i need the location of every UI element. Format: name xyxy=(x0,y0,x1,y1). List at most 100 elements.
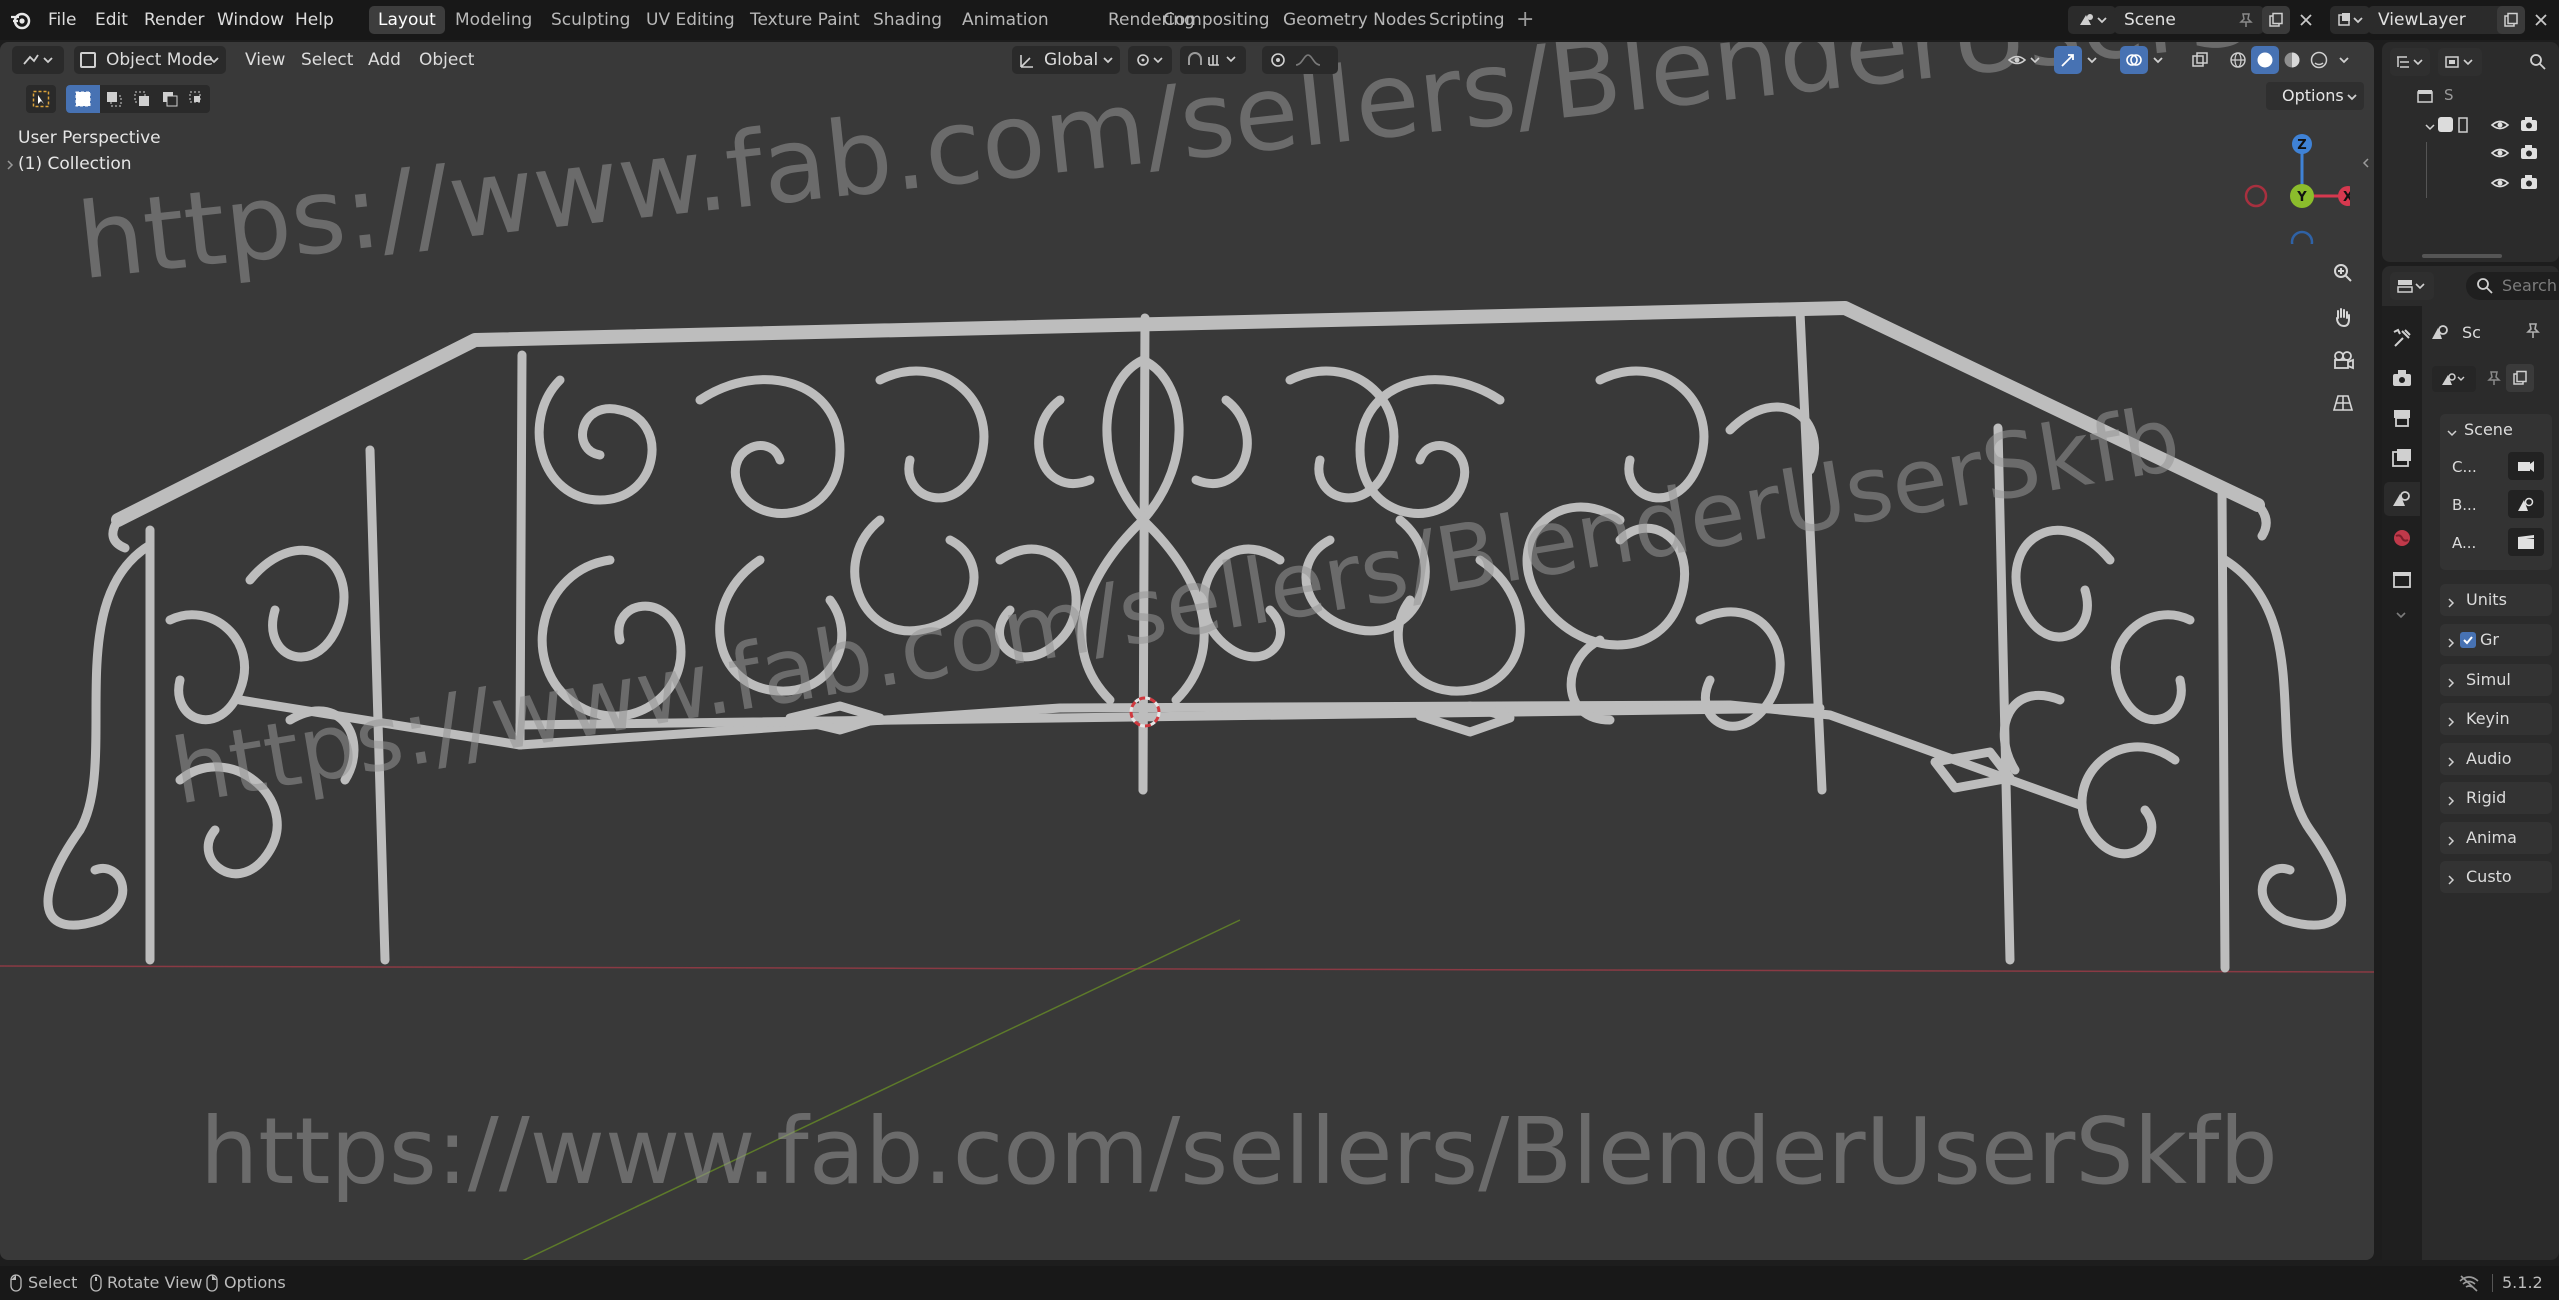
chevron-down-icon[interactable] xyxy=(2424,118,2436,138)
view-layer-name-field[interactable]: ViewLayer xyxy=(2368,6,2508,34)
collection-checkbox-icon[interactable] xyxy=(2438,117,2453,132)
toolbar-expand-icon[interactable] xyxy=(6,156,14,176)
outliner-row-collection[interactable] xyxy=(2382,112,2559,138)
collection-tab-icon[interactable] xyxy=(2390,568,2414,597)
selection-mode-group[interactable] xyxy=(66,85,210,113)
menu-select[interactable]: Select xyxy=(301,46,353,74)
scene-section[interactable]: Scene C... B... A... xyxy=(2440,414,2552,570)
select-invert-icon[interactable] xyxy=(156,85,184,113)
delete-scene-icon[interactable] xyxy=(2292,6,2320,34)
camera-render-icon[interactable] xyxy=(2520,144,2538,165)
wireframe-shading-icon[interactable] xyxy=(2224,46,2252,74)
select-new-icon[interactable] xyxy=(66,85,100,113)
add-workspace-button[interactable]: + xyxy=(1507,6,1543,34)
scene-tab-icon[interactable] xyxy=(2384,482,2420,516)
background-field-icon[interactable] xyxy=(2508,490,2544,518)
perspective-toggle-icon[interactable] xyxy=(2328,388,2358,418)
render-tab-icon[interactable] xyxy=(2390,366,2414,395)
scene-browse-icon[interactable] xyxy=(2432,366,2476,392)
menu-edit[interactable]: Edit xyxy=(95,8,128,32)
pin-icon[interactable] xyxy=(2232,6,2260,34)
new-scene-icon[interactable] xyxy=(2262,6,2290,34)
zoom-icon[interactable] xyxy=(2328,258,2358,288)
tab-uv-editing[interactable]: UV Editing xyxy=(637,6,744,34)
camera-view-icon[interactable] xyxy=(2328,345,2358,375)
panel-keying-sets[interactable]: Keyin xyxy=(2440,703,2552,735)
menu-render[interactable]: Render xyxy=(144,8,205,32)
properties-search-field[interactable]: Search xyxy=(2466,272,2559,300)
options-dropdown[interactable]: Options xyxy=(2266,82,2364,110)
tab-texture-paint[interactable]: Texture Paint xyxy=(741,6,869,34)
pivot-point-selector[interactable] xyxy=(1128,46,1172,74)
camera-render-icon[interactable] xyxy=(2520,116,2538,137)
panel-units[interactable]: Units xyxy=(2440,584,2552,616)
overlay-options-icon[interactable] xyxy=(2148,46,2168,74)
outliner-editor-type-icon[interactable] xyxy=(2390,48,2430,76)
delete-view-layer-icon[interactable] xyxy=(2527,6,2555,34)
select-extend-icon[interactable] xyxy=(100,85,128,113)
outliner-display-mode-icon[interactable] xyxy=(2438,48,2482,76)
sidebar-expand-icon[interactable] xyxy=(2362,154,2370,174)
view-layer-selector-icon[interactable] xyxy=(2330,6,2370,34)
shading-options-icon[interactable] xyxy=(2334,46,2354,74)
mode-selector[interactable]: Object Mode xyxy=(74,46,226,74)
blender-logo-icon[interactable] xyxy=(10,10,32,30)
eye-icon[interactable] xyxy=(2490,145,2510,165)
tab-sculpting[interactable]: Sculpting xyxy=(542,6,639,34)
tab-modeling[interactable]: Modeling xyxy=(446,6,541,34)
material-shading-icon[interactable] xyxy=(2278,46,2306,74)
tool-tab-icon[interactable] xyxy=(2390,326,2414,355)
eye-icon[interactable] xyxy=(2490,175,2510,195)
camera-render-icon[interactable] xyxy=(2520,174,2538,195)
navigation-gizmo[interactable]: Z X Y xyxy=(2230,124,2350,244)
select-intersect-icon[interactable] xyxy=(184,85,210,113)
tabs-more-icon[interactable] xyxy=(2394,606,2408,626)
scene-selector-icon[interactable] xyxy=(2068,6,2116,34)
menu-help[interactable]: Help xyxy=(295,8,334,32)
new-view-layer-icon[interactable] xyxy=(2497,6,2525,34)
gizmo-toggle-icon[interactable] xyxy=(2054,46,2082,74)
properties-panel[interactable]: Search Sc Scene C... B... A... Units Gr … xyxy=(2382,266,2559,1260)
rendered-shading-icon[interactable] xyxy=(2305,46,2333,74)
outliner-row-object[interactable] xyxy=(2382,170,2559,196)
panel-simulation[interactable]: Simul xyxy=(2440,664,2552,696)
tab-animation[interactable]: Animation xyxy=(953,6,1058,34)
output-tab-icon[interactable] xyxy=(2390,406,2414,435)
tab-shading[interactable]: Shading xyxy=(864,6,951,34)
properties-editor-type-icon[interactable] xyxy=(2390,272,2434,300)
tab-geometry-nodes[interactable]: Geometry Nodes xyxy=(1274,6,1435,34)
world-tab-icon[interactable] xyxy=(2390,526,2414,555)
xray-toggle-icon[interactable] xyxy=(2186,46,2214,74)
select-tool-button[interactable] xyxy=(26,85,56,113)
tab-scripting[interactable]: Scripting xyxy=(1420,6,1514,34)
transform-orientation-selector[interactable]: Global xyxy=(1012,46,1120,74)
eye-icon[interactable] xyxy=(2490,117,2510,137)
tab-layout[interactable]: Layout xyxy=(369,6,445,34)
visibility-selector-icon[interactable] xyxy=(2004,46,2044,74)
outliner-scrollbar[interactable] xyxy=(2422,254,2502,258)
snap-toggle-icon[interactable] xyxy=(1180,46,1246,74)
menu-window[interactable]: Window xyxy=(217,8,284,32)
panel-custom-properties[interactable]: Custo xyxy=(2440,861,2552,893)
menu-add[interactable]: Add xyxy=(368,46,401,74)
view-layer-tab-icon[interactable] xyxy=(2390,446,2414,475)
3d-viewport[interactable]: https://www.fab.com/sellers/BlenderUserS… xyxy=(0,42,2374,1260)
panel-gravity[interactable]: Gr xyxy=(2440,624,2552,656)
menu-object[interactable]: Object xyxy=(419,46,474,74)
new-scene-icon[interactable] xyxy=(2506,364,2534,392)
panel-audio[interactable]: Audio xyxy=(2440,743,2552,775)
select-subtract-icon[interactable] xyxy=(128,85,156,113)
solid-shading-icon[interactable] xyxy=(2251,46,2279,74)
panel-animation[interactable]: Anima xyxy=(2440,822,2552,854)
outliner-row-scene-collection[interactable]: S xyxy=(2382,84,2559,110)
camera-field-icon[interactable] xyxy=(2508,452,2544,480)
pan-hand-icon[interactable] xyxy=(2328,302,2358,332)
pin-icon[interactable] xyxy=(2524,322,2542,345)
pin-icon[interactable] xyxy=(2486,370,2502,391)
tab-compositing[interactable]: Compositing xyxy=(1154,6,1279,34)
clip-field-icon[interactable] xyxy=(2508,528,2544,556)
outliner-row-object[interactable] xyxy=(2382,140,2559,166)
editor-type-button[interactable] xyxy=(12,46,64,74)
outliner-search-icon[interactable] xyxy=(2524,48,2552,76)
gizmo-options-icon[interactable] xyxy=(2082,46,2102,74)
